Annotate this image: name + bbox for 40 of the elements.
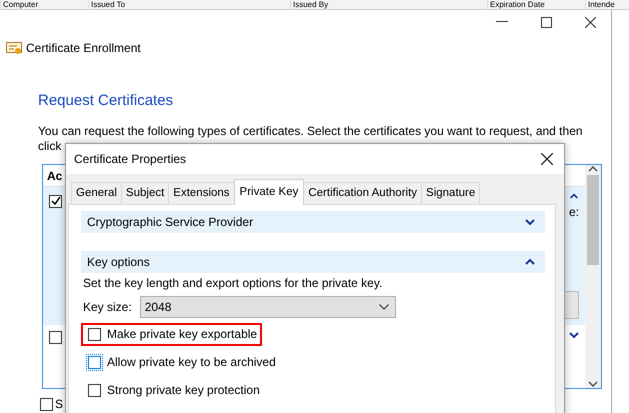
- row-text: e:: [568, 204, 579, 222]
- scrollbar[interactable]: [585, 165, 601, 388]
- checkbox[interactable]: [40, 398, 53, 410]
- checkbox[interactable]: [49, 331, 62, 344]
- tab[interactable]: Private Key: [234, 179, 304, 206]
- tab[interactable]: Certification Authority: [303, 182, 422, 204]
- section-header[interactable]: Cryptographic Service Provider: [81, 211, 545, 234]
- chevron-down-icon: [569, 331, 579, 340]
- page-heading: Request Certificates: [38, 90, 174, 111]
- scrollbar-thumb[interactable]: [587, 175, 599, 266]
- close-icon: [541, 153, 553, 165]
- option-label: Allow private key to be archived: [107, 355, 276, 370]
- tab[interactable]: Signature: [421, 182, 480, 204]
- section-header[interactable]: Key options: [81, 251, 545, 274]
- chevron-up-icon: [569, 193, 579, 200]
- chevron-up-icon: [525, 258, 535, 266]
- window-title: Certificate Enrollment: [26, 40, 141, 57]
- section-title: Cryptographic Service Provider: [87, 214, 254, 232]
- section-description: Set the key length and export options for the private key.: [83, 276, 384, 292]
- minimize-icon: [496, 21, 508, 23]
- option-label: S: [55, 396, 64, 413]
- field-label: Key size:: [83, 299, 132, 316]
- caret-icon: [378, 304, 389, 310]
- option-label: Strong private key protection: [107, 383, 260, 398]
- close-button[interactable]: [538, 151, 556, 167]
- scroll-down-icon: [588, 380, 598, 388]
- certificate-icon: [6, 40, 22, 55]
- scroll-up-icon: [588, 165, 598, 174]
- tab[interactable]: General: [71, 182, 122, 204]
- instructions-text: You can request the following types of certificates. Select the certificates you want to request, and then: [38, 124, 583, 140]
- dialog-title: Certificate Properties: [74, 151, 186, 168]
- chevron-down-icon: [525, 218, 535, 226]
- option-label: Make private key exportable: [107, 327, 258, 342]
- checkbox[interactable]: [49, 194, 62, 208]
- close-icon: [584, 16, 596, 28]
- section-title: Key options: [87, 254, 150, 272]
- tab[interactable]: Extensions: [168, 182, 235, 204]
- maximize-icon: [540, 16, 552, 28]
- instructions-text: click: [38, 139, 62, 154]
- key-size-dropdown[interactable]: 2048: [140, 296, 396, 318]
